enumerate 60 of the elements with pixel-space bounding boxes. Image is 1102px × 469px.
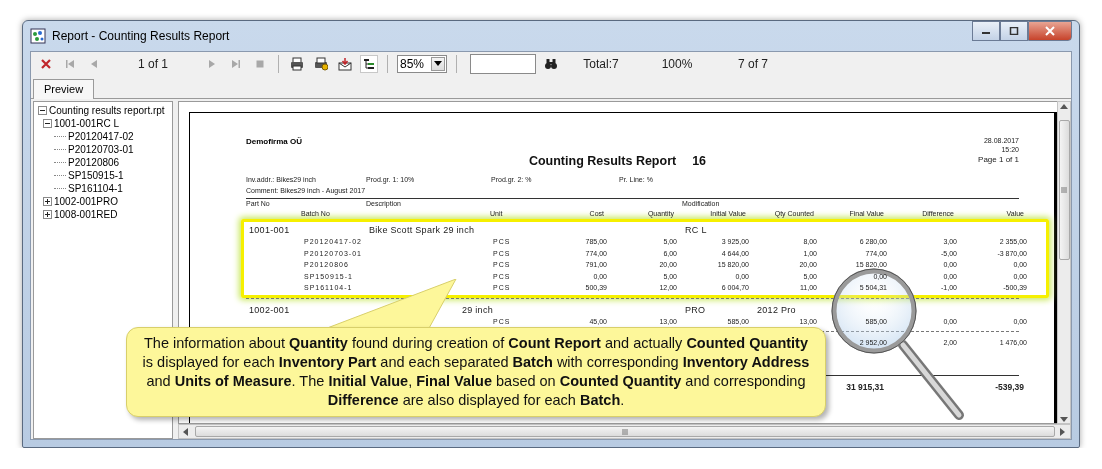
close-button[interactable] bbox=[1028, 21, 1072, 41]
close-icon bbox=[1044, 26, 1056, 36]
status-text: Total:7 bbox=[582, 57, 620, 71]
total-value: 31 915,31 bbox=[845, 381, 884, 392]
search-field[interactable] bbox=[470, 54, 536, 74]
part-description: 29 inch bbox=[461, 303, 493, 316]
tree-item[interactable]: P20120806 bbox=[68, 156, 120, 169]
grip-icon bbox=[1061, 187, 1067, 193]
tree-item[interactable]: SP150915-1 bbox=[68, 169, 124, 182]
modification-text: RC L bbox=[684, 224, 708, 236]
print-button[interactable] bbox=[288, 55, 306, 73]
tree-item[interactable]: Counting results report.rpt bbox=[49, 104, 165, 117]
vertical-scrollbar[interactable] bbox=[1057, 101, 1071, 424]
part-number: 1001-001 bbox=[249, 224, 291, 236]
zoom-select[interactable]: 85% bbox=[397, 55, 447, 73]
print-setup-button[interactable] bbox=[312, 55, 330, 73]
modification-text: PRO bbox=[684, 303, 707, 316]
horizontal-scrollbar[interactable] bbox=[178, 424, 1071, 439]
tree-item[interactable]: SP161104-1 bbox=[68, 182, 123, 195]
group-tree-icon bbox=[362, 57, 376, 71]
status-text: 7 of 7 bbox=[737, 57, 769, 71]
page-number: Page 1 of 1 bbox=[978, 155, 1019, 164]
minimize-button[interactable] bbox=[972, 21, 1000, 41]
total-value: -539,39 bbox=[994, 381, 1024, 392]
expand-icon[interactable] bbox=[43, 210, 52, 219]
group-tree-button[interactable] bbox=[360, 55, 378, 73]
part-description: Bike Scott Spark 29 inch bbox=[369, 224, 475, 236]
collapse-icon[interactable] bbox=[43, 119, 52, 128]
report-title: Counting Results Report bbox=[528, 154, 677, 168]
maximize-icon bbox=[1009, 27, 1019, 35]
tree-item[interactable]: 1002-001PRO bbox=[54, 195, 118, 208]
status-text: 100% bbox=[660, 57, 694, 71]
modification-text: 2012 Pro bbox=[756, 303, 797, 316]
part-number: 1002-001 bbox=[249, 303, 291, 316]
tree-item[interactable]: P20120417-02 bbox=[68, 130, 134, 143]
export-button[interactable] bbox=[336, 55, 354, 73]
company-name: Demofirma OÜ bbox=[246, 137, 302, 146]
scroll-left-icon bbox=[183, 427, 189, 436]
expand-icon[interactable] bbox=[43, 197, 52, 206]
report-number: 16 bbox=[692, 154, 707, 168]
printer-setup-icon bbox=[314, 57, 328, 71]
dropdown-arrow-icon bbox=[434, 61, 442, 67]
scroll-right-icon bbox=[1060, 427, 1066, 436]
app-icon bbox=[30, 28, 46, 44]
binoculars-icon bbox=[544, 57, 558, 71]
collapse-icon[interactable] bbox=[38, 106, 47, 115]
tree-item[interactable]: 1008-001RED bbox=[54, 208, 118, 221]
tree-item[interactable]: 1001-001RC L bbox=[54, 117, 120, 130]
page-indicator: 1 of 1 bbox=[137, 57, 169, 71]
scroll-up-icon bbox=[1060, 104, 1068, 110]
tree-item[interactable]: P20120703-01 bbox=[68, 143, 134, 156]
printer-icon bbox=[290, 57, 304, 71]
close-icon bbox=[39, 57, 53, 71]
grip-icon bbox=[621, 428, 628, 435]
first-page-icon bbox=[63, 57, 77, 71]
window-title: Report - Counting Results Report bbox=[52, 29, 230, 43]
last-page-icon bbox=[229, 57, 243, 71]
maximize-button[interactable] bbox=[1000, 21, 1028, 41]
export-envelope-icon bbox=[338, 57, 352, 71]
tab[interactable]: Preview bbox=[33, 79, 95, 99]
